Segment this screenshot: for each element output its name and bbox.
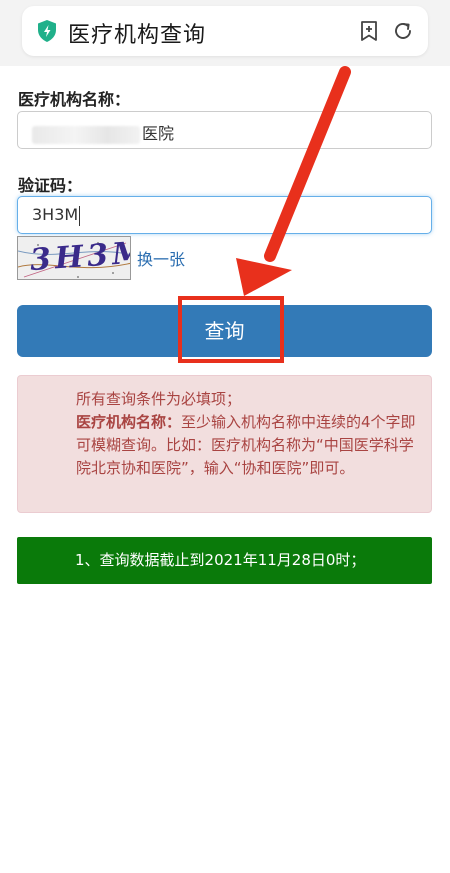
notice-text: 所有查询条件为必填项； 医疗机构名称：至少输入机构名称中连续的4个字即可模糊查询… xyxy=(76,388,422,480)
institution-name-label: 医疗机构名称： xyxy=(18,90,131,109)
refresh-captcha-link[interactable]: 换一张 xyxy=(137,246,185,270)
page-title: 医疗机构查询 xyxy=(68,23,207,48)
highlight-annotation xyxy=(178,296,284,363)
notice-box: 所有查询条件为必填项； 医疗机构名称：至少输入机构名称中连续的4个字即可模糊查询… xyxy=(17,375,432,513)
captcha-input[interactable]: 3H3M xyxy=(17,196,432,234)
captcha-input-value: 3H3M xyxy=(32,205,79,224)
text-caret xyxy=(79,205,81,226)
title-bar: 医疗机构查询 xyxy=(22,6,428,56)
shield-icon xyxy=(38,20,56,42)
institution-name-value: 医院 xyxy=(142,124,175,143)
notice-line-1: 所有查询条件为必填项； xyxy=(76,390,242,408)
notice-bold-label: 医疗机构名称： xyxy=(76,413,182,431)
institution-name-input[interactable]: 医院 xyxy=(17,111,432,149)
info-text: 1、查询数据截止到2021年11月28日0时； xyxy=(75,551,366,569)
redacted-text xyxy=(32,125,140,144)
top-bar: 医疗机构查询 xyxy=(0,0,450,66)
bookmark-add-icon[interactable] xyxy=(358,20,380,42)
info-bar: 1、查询数据截止到2021年11月28日0时； xyxy=(17,537,432,584)
captcha-image[interactable]: 3H3M xyxy=(17,236,131,280)
captcha-label: 验证码： xyxy=(18,176,83,195)
refresh-icon[interactable] xyxy=(392,20,414,42)
captcha-image-text: 3H3M xyxy=(28,236,131,279)
